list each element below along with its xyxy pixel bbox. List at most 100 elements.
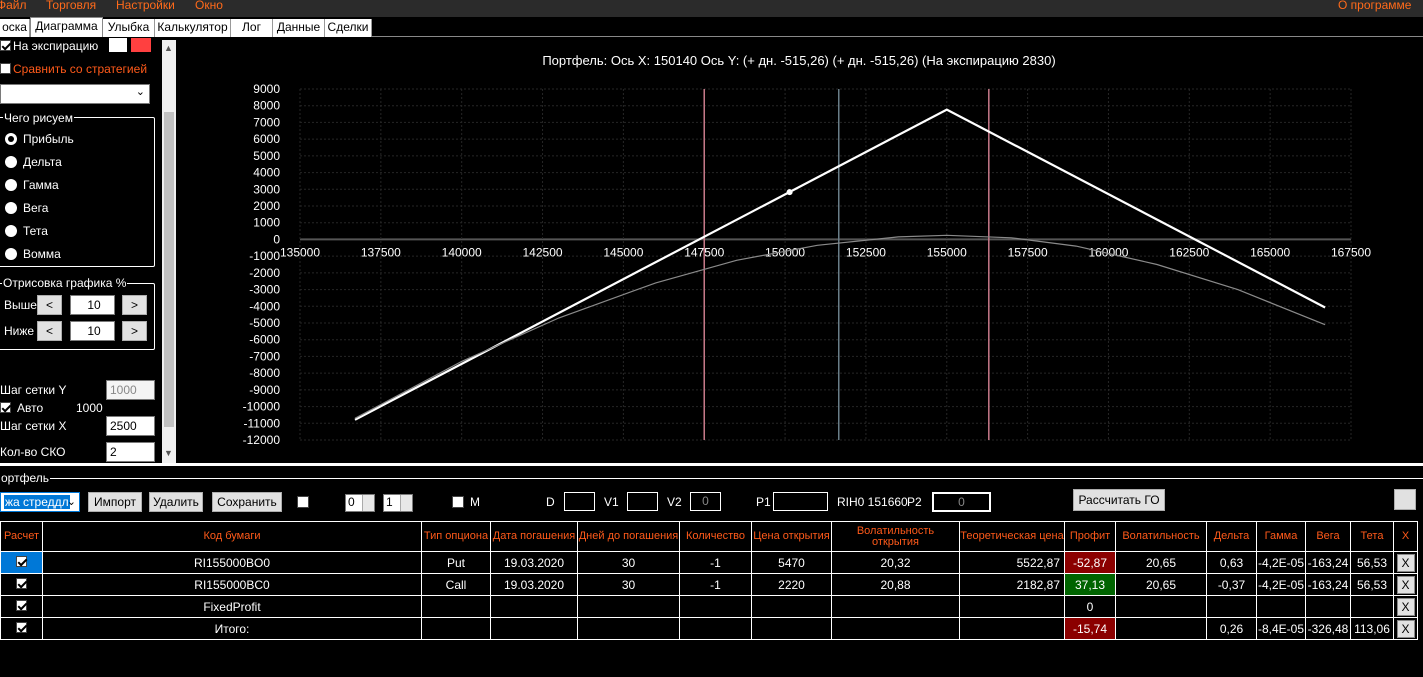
cell-qty[interactable]: -1 bbox=[679, 551, 752, 574]
col-header[interactable]: Тип опциона bbox=[421, 521, 491, 552]
menu-window[interactable]: Окно bbox=[195, 0, 223, 12]
radio-theta[interactable] bbox=[5, 225, 17, 237]
tab-diagram[interactable]: Диаграмма bbox=[30, 17, 103, 38]
radio-vega[interactable] bbox=[5, 202, 17, 214]
radio-gamma[interactable] bbox=[5, 179, 17, 191]
spin-input-1[interactable]: 0 bbox=[345, 494, 375, 512]
v1-input[interactable] bbox=[627, 492, 658, 511]
calc-checkbox[interactable] bbox=[16, 599, 27, 611]
menu-trading[interactable]: Торговля bbox=[46, 0, 96, 12]
delete-button[interactable]: Удалить bbox=[149, 492, 203, 512]
cell-type: Put bbox=[421, 551, 491, 574]
x-tick-label: 162500 bbox=[1169, 245, 1209, 259]
radio-vomma[interactable] bbox=[5, 248, 17, 260]
calc-checkbox-cell[interactable] bbox=[0, 617, 43, 640]
cell-vol-open[interactable]: 20,88 bbox=[831, 573, 960, 596]
col-header[interactable]: Количество bbox=[679, 521, 752, 552]
calc-checkbox[interactable] bbox=[16, 555, 27, 567]
scroll-down-icon[interactable]: ▼ bbox=[164, 448, 173, 458]
v2-input[interactable]: 0 bbox=[690, 492, 721, 511]
auto-checkbox[interactable] bbox=[0, 402, 11, 413]
menu-about[interactable]: О программе bbox=[1338, 0, 1411, 12]
remove-row-button[interactable]: X bbox=[1396, 575, 1415, 594]
cell-vol-open[interactable]: 20,32 bbox=[831, 551, 960, 574]
col-header[interactable]: Код бумаги bbox=[42, 521, 422, 552]
radio-profit[interactable] bbox=[5, 133, 17, 145]
expiration-color-swatch[interactable] bbox=[109, 38, 127, 52]
m-checkbox[interactable] bbox=[452, 496, 464, 508]
tab-calculator[interactable]: Калькулятор bbox=[155, 19, 231, 37]
col-header[interactable]: Тета bbox=[1350, 521, 1394, 552]
tab-deals[interactable]: Сделки bbox=[325, 19, 372, 37]
calc-checkbox-cell[interactable] bbox=[0, 595, 43, 618]
calc-checkbox[interactable] bbox=[16, 577, 27, 589]
calc-checkbox-cell[interactable] bbox=[0, 573, 43, 596]
d-input[interactable] bbox=[564, 492, 595, 511]
p1-input[interactable] bbox=[773, 492, 828, 511]
tab-smile[interactable]: Улыбка bbox=[103, 19, 155, 37]
above-increase-button[interactable]: > bbox=[122, 295, 147, 315]
calc-go-button[interactable]: Рассчитать ГО bbox=[1073, 489, 1165, 511]
above-decrease-button[interactable]: < bbox=[37, 295, 62, 315]
tab-data[interactable]: Данные bbox=[273, 19, 325, 37]
scroll-up-icon[interactable]: ▲ bbox=[164, 43, 173, 53]
compare-color-swatch[interactable] bbox=[131, 38, 151, 52]
tab-board[interactable]: оска bbox=[0, 19, 30, 37]
below-input[interactable]: 10 bbox=[70, 321, 115, 341]
remove-row-button[interactable]: X bbox=[1396, 619, 1415, 638]
col-header[interactable]: Расчет bbox=[0, 521, 43, 552]
table-row[interactable]: RI155000BC0 Call 19.03.2020 30 -1 2220 2… bbox=[0, 573, 1418, 596]
grid-y-input[interactable]: 1000 bbox=[106, 380, 155, 400]
tab-log[interactable]: Лог bbox=[231, 19, 273, 37]
cell-qty[interactable]: -1 bbox=[679, 573, 752, 596]
left-panel-scrollbar[interactable]: ▲ ▼ bbox=[162, 40, 176, 463]
col-header[interactable]: Цена открытия bbox=[751, 521, 832, 552]
panel-splitter[interactable] bbox=[0, 463, 1423, 466]
below-decrease-button[interactable]: < bbox=[37, 321, 62, 341]
above-input[interactable]: 10 bbox=[70, 295, 115, 315]
calc-checkbox[interactable] bbox=[16, 621, 27, 633]
scrollbar-thumb[interactable] bbox=[164, 112, 174, 427]
col-header[interactable]: Волатильность bbox=[1115, 521, 1207, 552]
col-header[interactable]: Профит bbox=[1064, 521, 1116, 552]
col-header[interactable]: Дата погашения bbox=[490, 521, 578, 552]
cell-profit[interactable]: 0 bbox=[1064, 595, 1116, 618]
save-button[interactable]: Сохранить bbox=[212, 492, 282, 512]
extra-button[interactable] bbox=[1394, 489, 1416, 510]
col-header[interactable]: Теоретическая цена bbox=[959, 521, 1065, 552]
cell-open-price bbox=[751, 595, 832, 618]
p2-input[interactable]: 0 bbox=[932, 492, 991, 512]
instrument-label: RIH0 151660 bbox=[837, 495, 908, 509]
radio-delta[interactable] bbox=[5, 156, 17, 168]
grid-x-input[interactable]: 2500 bbox=[106, 416, 155, 436]
table-row[interactable]: FixedProfit 0 X bbox=[0, 595, 1418, 618]
expiration-checkbox[interactable] bbox=[0, 40, 11, 51]
menu-file[interactable]: Файл bbox=[0, 0, 27, 12]
portfolio-checkbox-1[interactable] bbox=[297, 496, 309, 508]
col-header[interactable]: Вега bbox=[1305, 521, 1351, 552]
sko-input[interactable]: 2 bbox=[106, 442, 155, 462]
col-header[interactable]: Дельта bbox=[1206, 521, 1257, 552]
profit-chart[interactable]: Портфель: Ось X: 150140 Ось Y: (+ дн. -5… bbox=[176, 37, 1423, 463]
cell-open-price[interactable]: 5470 bbox=[751, 551, 832, 574]
table-row[interactable]: Итого: -15,74 0,26 -8,4E-05 -326,48 113,… bbox=[0, 617, 1418, 640]
menu-settings[interactable]: Настройки bbox=[116, 0, 175, 12]
col-header[interactable]: Гамма bbox=[1256, 521, 1306, 552]
col-header[interactable]: Дней до погашения bbox=[577, 521, 680, 552]
remove-row-button[interactable]: X bbox=[1396, 553, 1415, 572]
compare-checkbox[interactable] bbox=[0, 63, 11, 74]
calc-checkbox-cell[interactable] bbox=[0, 551, 43, 574]
col-header[interactable]: Волатильность открытия bbox=[831, 521, 960, 552]
portfolio-strategy-select[interactable]: жа стреддл ⌄ bbox=[0, 492, 80, 512]
v1-label: V1 bbox=[604, 495, 619, 509]
remove-row-button[interactable]: X bbox=[1396, 597, 1415, 616]
col-header[interactable]: X bbox=[1393, 521, 1418, 552]
cell-days bbox=[577, 617, 680, 640]
cell-open-price[interactable]: 2220 bbox=[751, 573, 832, 596]
y-tick-label: 5000 bbox=[253, 149, 280, 163]
strategy-select[interactable]: ⌄ bbox=[0, 84, 150, 104]
import-button[interactable]: Импорт bbox=[88, 492, 142, 512]
table-row[interactable]: RI155000BO0 Put 19.03.2020 30 -1 5470 20… bbox=[0, 551, 1418, 574]
spin-input-2[interactable]: 1 bbox=[383, 494, 413, 512]
below-increase-button[interactable]: > bbox=[122, 321, 147, 341]
